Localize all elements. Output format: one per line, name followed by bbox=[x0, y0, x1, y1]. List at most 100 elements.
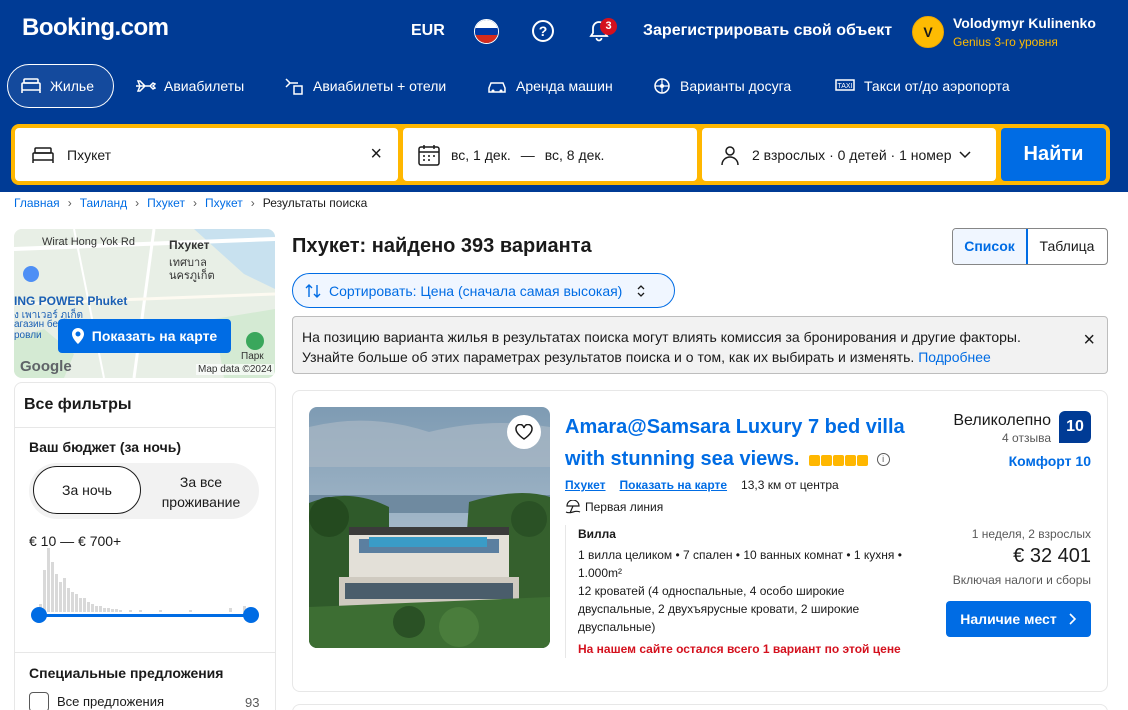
star-icon bbox=[833, 454, 845, 466]
budget-range: € 10 — € 700+ bbox=[29, 533, 122, 549]
breadcrumb-current: Результаты поиска bbox=[262, 196, 368, 210]
nav-flight-hotel[interactable]: Авиабилеты + отели bbox=[271, 64, 458, 108]
availability-warning: На нашем сайте остался всего 1 вариант п… bbox=[578, 642, 901, 656]
svg-text:TAXI: TAXI bbox=[837, 83, 852, 90]
price-slider-min-handle[interactable] bbox=[31, 607, 47, 623]
attractions-icon bbox=[654, 78, 670, 94]
checkin-date[interactable]: вс, 1 дек. bbox=[451, 147, 511, 163]
register-property-link[interactable]: Зарегистрировать свой объект bbox=[643, 22, 892, 40]
results-title: Пхукет: найдено 393 варианта bbox=[292, 235, 592, 257]
all-offers-count: 93 bbox=[245, 695, 260, 710]
price-histogram bbox=[39, 548, 246, 612]
checkout-date[interactable]: вс, 8 дек. bbox=[545, 147, 605, 163]
location-row: Пхукет Показать на карте 13,3 км от цент… bbox=[565, 478, 839, 492]
taxi-icon: TAXI bbox=[835, 79, 855, 91]
map-preview[interactable]: Wirat Hong Yok Rd Пхукет เทศบาล นครภูเก็… bbox=[14, 229, 275, 378]
toggle-whole-stay[interactable]: За все проживание bbox=[147, 472, 255, 512]
notification-badge: 3 bbox=[600, 18, 617, 35]
view-toggle: Список Таблица bbox=[952, 228, 1108, 265]
destination-input[interactable]: Пхукет bbox=[67, 147, 398, 163]
star-icon bbox=[857, 454, 869, 466]
user-name[interactable]: Volodymyr Kulinenko bbox=[953, 15, 1096, 31]
close-icon[interactable]: × bbox=[1083, 330, 1095, 350]
budget-title: Ваш бюджет (за ночь) bbox=[29, 439, 182, 455]
chevron-right-icon: › bbox=[192, 196, 197, 210]
chevron-right-icon: › bbox=[250, 196, 255, 210]
nav-label: Аренда машин bbox=[516, 78, 613, 94]
bed-icon bbox=[32, 146, 54, 163]
review-score-word[interactable]: Великолепно bbox=[949, 412, 1051, 430]
comfort-score: Комфорт 10 bbox=[1008, 453, 1091, 469]
dates-field[interactable]: вс, 1 дек. — вс, 8 дек. bbox=[403, 128, 697, 181]
nav-attractions[interactable]: Варианты досуга bbox=[640, 64, 803, 108]
map-copyright: Map data ©2024 bbox=[196, 364, 275, 375]
genius-level: Genius 3-го уровня bbox=[953, 35, 1058, 49]
beach-text: Первая линия bbox=[585, 500, 664, 514]
review-count: 4 отзыва bbox=[1002, 431, 1051, 445]
show-on-map-label: Показать на карте bbox=[91, 328, 218, 344]
see-availability-button[interactable]: Наличие мест bbox=[946, 601, 1091, 637]
breadcrumb-link[interactable]: Главная bbox=[14, 196, 60, 210]
star-icon bbox=[821, 454, 833, 466]
price-slider-track[interactable] bbox=[39, 614, 251, 617]
property-photo[interactable] bbox=[309, 407, 550, 648]
nav-flights[interactable]: Авиабилеты bbox=[122, 64, 256, 108]
info-icon[interactable]: i bbox=[876, 453, 890, 467]
breadcrumb-link[interactable]: Пхукет bbox=[205, 196, 243, 210]
currency-selector[interactable]: EUR bbox=[411, 22, 445, 40]
beach-umbrella-icon bbox=[565, 500, 581, 514]
plane-icon bbox=[136, 80, 156, 92]
list-view-button[interactable]: Список bbox=[953, 229, 1028, 264]
nav-stays[interactable]: Жилье bbox=[7, 64, 114, 108]
property-title[interactable]: Amara@Samsara Luxury 7 bed villa with st… bbox=[565, 411, 935, 476]
nav-label: Авиабилеты + отели bbox=[313, 78, 447, 94]
nav-car-rental[interactable]: Аренда машин bbox=[474, 64, 625, 108]
star-rating bbox=[809, 444, 869, 476]
breadcrumb: Главная › Таиланд › Пхукет › Пхукет › Резуль… bbox=[14, 196, 367, 210]
price: € 32 401 bbox=[1013, 545, 1091, 567]
filters-title: Все фильтры bbox=[24, 396, 132, 413]
special-offers-title: Специальные предложения bbox=[29, 665, 224, 681]
show-on-map-button[interactable]: Показать на карте bbox=[58, 319, 231, 353]
sort-arrows-icon bbox=[305, 283, 321, 298]
guests-summary[interactable]: 2 взрослых · 0 детей · 1 номер bbox=[752, 147, 951, 163]
breadcrumb-link[interactable]: Пхукет bbox=[147, 196, 185, 210]
chevron-down-icon bbox=[959, 150, 972, 158]
location-link[interactable]: Пхукет bbox=[565, 478, 606, 492]
divider bbox=[15, 427, 275, 428]
help-icon[interactable]: ? bbox=[532, 20, 554, 42]
language-flag-icon[interactable] bbox=[474, 19, 499, 44]
grid-view-button[interactable]: Таблица bbox=[1027, 229, 1107, 264]
guests-field[interactable]: 2 взрослых · 0 детей · 1 номер bbox=[702, 128, 996, 181]
nav-label: Такси от/до аэропорта bbox=[864, 78, 1010, 94]
search-button[interactable]: Найти bbox=[1001, 128, 1106, 181]
wishlist-heart-icon[interactable] bbox=[507, 415, 541, 449]
property-card[interactable]: Amara@Samsara Luxury 7 bed villa with st… bbox=[292, 390, 1108, 692]
filters-panel: Все фильтры Ваш бюджет (за ночь) За ночь… bbox=[14, 382, 276, 710]
show-on-map-link[interactable]: Показать на карте bbox=[620, 478, 728, 492]
chevron-updown-icon bbox=[637, 284, 645, 297]
avatar[interactable]: V bbox=[912, 16, 944, 48]
toggle-per-night[interactable]: За ночь bbox=[33, 466, 141, 514]
booking-logo[interactable]: Booking.com bbox=[22, 14, 169, 42]
all-offers-checkbox[interactable] bbox=[29, 692, 49, 710]
price-taxes: Включая налоги и сборы bbox=[952, 573, 1091, 587]
beach-row: Первая линия bbox=[565, 500, 663, 514]
clear-icon[interactable]: × bbox=[370, 144, 382, 164]
sort-button[interactable]: Сортировать: Цена (сначала самая высокая… bbox=[292, 273, 675, 308]
destination-field[interactable]: Пхукет × bbox=[15, 128, 398, 181]
car-icon bbox=[488, 82, 506, 93]
budget-toggle: За ночь За все проживание bbox=[29, 463, 259, 519]
all-offers-label[interactable]: Все предложения bbox=[57, 694, 164, 709]
review-score-badge[interactable]: 10 bbox=[1059, 411, 1091, 443]
price-slider-max-handle[interactable] bbox=[243, 607, 259, 623]
notice-more-link[interactable]: Подробнее bbox=[918, 349, 991, 365]
star-icon bbox=[809, 454, 821, 466]
distance-text: 13,3 км от центра bbox=[741, 478, 839, 492]
nav-label: Варианты досуга bbox=[680, 78, 792, 94]
breadcrumb-link[interactable]: Таиланд bbox=[80, 196, 127, 210]
map-poi-label: ING POWER Phuket bbox=[14, 294, 128, 308]
chevron-right-icon: › bbox=[67, 196, 72, 210]
dates-separator: — bbox=[520, 146, 535, 163]
nav-airport-taxi[interactable]: TAXI Такси от/до аэропорта bbox=[822, 64, 1022, 108]
